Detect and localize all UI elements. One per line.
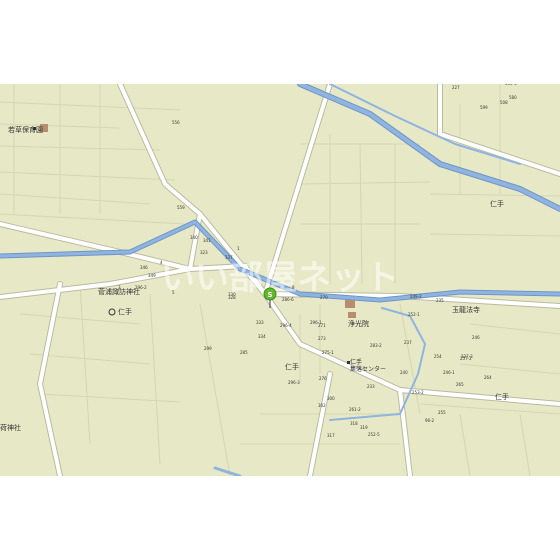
lot-number: 285 (240, 350, 248, 355)
lot-number: 249-2 (410, 294, 422, 299)
lot-number: 341 (203, 238, 211, 243)
building-jokoin (345, 300, 355, 308)
lot-number: 265 (456, 382, 464, 387)
label-nite-1: 仁手 (118, 307, 132, 316)
lot-number: 319 (360, 425, 368, 430)
lot-number: 318 (350, 421, 358, 426)
lot-number: 273 (318, 336, 326, 341)
lot-number: 349 (148, 273, 156, 278)
pin-label: S (267, 291, 272, 299)
lot-number: 233 (367, 384, 375, 389)
lot-number: 296-4 (280, 323, 292, 328)
lot-number: 253-2 (412, 390, 424, 395)
lot-number: 333 (256, 320, 264, 325)
lot-number: 254 (434, 354, 442, 359)
lot-number: 237 (404, 340, 412, 345)
label-shuraku-line1: 仁手 (350, 358, 362, 366)
watermark-text: いい部屋ネット (161, 258, 399, 298)
lot-number: 346 (140, 265, 148, 270)
label-wakakusa-hoikuen: 若草保育園 (8, 125, 43, 134)
lot-number: 580 (509, 95, 517, 100)
lot-number: 508 (500, 100, 508, 105)
lot-number: 246 (472, 335, 480, 340)
lot-number: 276 (319, 376, 327, 381)
label-inari-jinja: 荷神社 (0, 423, 21, 432)
label-gyokuhoji: 玉龍法寺 (452, 305, 480, 314)
lot-number: 252-5 (368, 432, 380, 437)
lot-number: 252-1 (408, 312, 420, 317)
lot-number: 227 (452, 85, 460, 90)
label-jokoin: 浄光院 (348, 319, 369, 328)
map-canvas[interactable]: いい部屋ネット 若草保育園 菅浦諏訪神社 仁手 仁手 仁手 仁手 浄光院 玉龍法… (0, 84, 560, 476)
lot-number: 240 (400, 370, 408, 375)
lot-number: 323 (200, 250, 208, 255)
label-shuraku-line2: 集落センター (350, 365, 386, 373)
lot-number: 275-1 (322, 350, 334, 355)
lot-number: 271 (318, 323, 326, 328)
lot-number: 302 (318, 403, 326, 408)
label-nite-3: 仁手 (285, 362, 299, 371)
lot-number: 337 (225, 255, 233, 260)
lot-number: 328 (228, 295, 236, 300)
lot-number: 300 (327, 396, 335, 401)
lot-number: 286-6 (282, 297, 294, 302)
lot-number: 317 (327, 433, 335, 438)
lot-number: 270 (320, 295, 328, 300)
lot-number: 264 (484, 375, 492, 380)
lot-number: 599 (480, 105, 488, 110)
lot-number: 255 (438, 410, 446, 415)
lot-number: 334 (258, 334, 266, 339)
lot-number: 96-2 (425, 418, 435, 423)
lot-number: 559 (177, 205, 185, 210)
label-nite-4: 仁手 (495, 392, 509, 401)
lot-number: 235 (436, 298, 444, 303)
label-nite-2: 仁手 (490, 199, 504, 208)
lot-number: 246-1 (443, 370, 455, 375)
lot-number: 283-2 (370, 343, 382, 348)
lot-number: 556 (172, 120, 180, 125)
lot-number: 261-2 (349, 407, 361, 412)
lot-number: 296-2 (135, 285, 147, 290)
lot-number: 296-3 (288, 380, 300, 385)
lot-number: 340 (190, 235, 198, 240)
lot-number: 500-4 (505, 84, 517, 86)
lot-number: 227-3 (461, 354, 473, 359)
building-jokoin-annex (348, 312, 356, 318)
lot-number: 299 (204, 346, 212, 351)
